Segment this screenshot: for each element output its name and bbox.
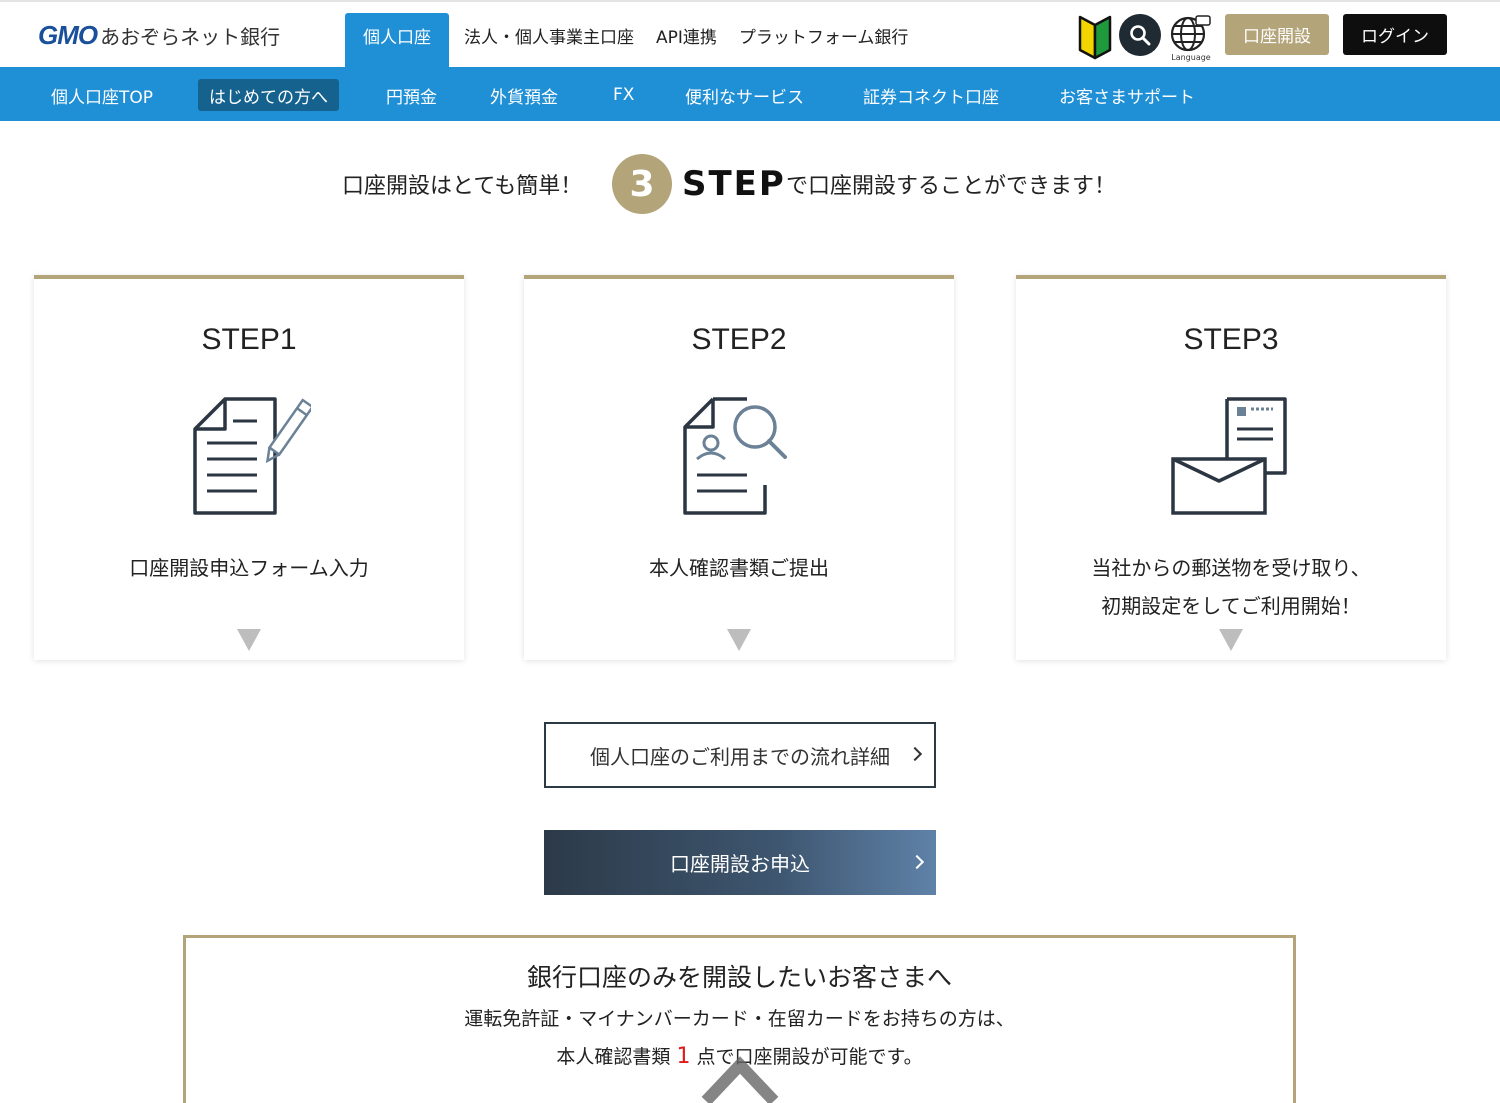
search-button[interactable]	[1119, 14, 1161, 56]
subnav-personal-top[interactable]: 個人口座TOP	[40, 79, 164, 111]
form-pen-icon	[193, 397, 311, 515]
language-button[interactable]: Language	[1169, 14, 1213, 66]
page-top-chevron-icon[interactable]	[700, 1053, 780, 1103]
step-count-badge: 3	[612, 154, 672, 214]
step-title: STEP3	[1183, 323, 1279, 356]
tab-platform-bank[interactable]: プラットフォーム銀行	[728, 13, 920, 69]
step-description-line: 初期設定をしてご利用開始！	[1101, 594, 1361, 618]
subnav-first-time[interactable]: はじめての方へ	[198, 79, 339, 111]
sub-navigation: 個人口座TOP はじめての方へ 円預金 外貨預金 FX 便利なサービス 証券コネ…	[0, 67, 1500, 121]
logo-mark: GMO	[38, 20, 98, 50]
info-line-2-pre: 本人確認書類	[556, 1046, 671, 1068]
logo-name: あおぞらネット銀行	[100, 25, 281, 49]
step-description-line: 当社からの郵送物を受け取り、	[1091, 556, 1371, 580]
three-step-headline: 口座開設はとても簡単！ 3 STEP で口座開設することができます！	[0, 150, 1500, 216]
flow-detail-label: 個人口座のご利用までの流れ詳細	[590, 744, 890, 769]
document-count: 1	[676, 1044, 691, 1069]
globe-icon	[1170, 15, 1211, 52]
info-line-1: 運転免許証・マイナンバーカード・在留カードをお持ちの方は、	[464, 1008, 1015, 1030]
headline-right-text: で口座開設することができます！	[786, 174, 1117, 199]
open-account-button[interactable]: 口座開設	[1225, 14, 1329, 55]
down-arrow-icon	[1219, 629, 1243, 651]
step-card-3: STEP3 当社からの郵送物を受け取り、 初期設定をしてご利用開始！	[1016, 275, 1446, 660]
step-title: STEP2	[691, 323, 787, 356]
apply-account-button[interactable]: 口座開設お申込	[544, 830, 936, 895]
step-description-line: 口座開設申込フォーム入力	[129, 556, 369, 580]
chevron-right-icon	[909, 854, 925, 869]
subnav-foreign-deposit[interactable]: 外貨預金	[479, 79, 569, 111]
login-button[interactable]: ログイン	[1343, 14, 1447, 55]
search-icon	[1130, 25, 1151, 46]
tab-corporate-account[interactable]: 法人・個人事業主口座	[453, 13, 645, 69]
subnav-yen-deposit[interactable]: 円預金	[375, 79, 448, 111]
top-header: GMO あおぞらネット銀行 個人口座 法人・個人事業主口座 API連携 プラット…	[0, 0, 1500, 69]
down-arrow-icon	[727, 629, 751, 651]
main-tabs: 個人口座 法人・個人事業主口座 API連携 プラットフォーム銀行	[345, 13, 919, 69]
chevron-right-icon	[907, 746, 923, 762]
beginner-mark-icon[interactable]	[1078, 14, 1112, 60]
mail-envelope-icon	[1171, 397, 1287, 515]
subnav-fx[interactable]: FX	[602, 79, 645, 111]
id-document-search-icon	[683, 397, 787, 515]
tab-api[interactable]: API連携	[645, 13, 728, 69]
subnav-securities-connect[interactable]: 証券コネクト口座	[852, 79, 1010, 111]
tab-personal-account[interactable]: 個人口座	[345, 13, 449, 69]
bank-logo[interactable]: GMO あおぞらネット銀行	[38, 20, 280, 51]
subnav-services[interactable]: 便利なサービス	[674, 79, 815, 111]
step-card-2: STEP2 本人確認書類ご提出	[524, 275, 954, 660]
step-description-line: 本人確認書類ご提出	[649, 556, 829, 580]
apply-label: 口座開設お申込	[670, 852, 810, 876]
info-title: 銀行口座のみを開設したいお客さまへ	[526, 963, 952, 992]
step-card-1: STEP1 口座開設申込フォーム入力	[34, 275, 464, 660]
header-actions: Language 口座開設 ログイン	[1078, 14, 1447, 66]
subnav-support[interactable]: お客さまサポート	[1048, 79, 1206, 111]
flow-detail-button[interactable]: 個人口座のご利用までの流れ詳細	[544, 722, 936, 788]
headline-left-text: 口座開設はとても簡単！	[342, 174, 583, 199]
language-label: Language	[1171, 53, 1211, 62]
down-arrow-icon	[237, 629, 261, 651]
step-word: STEP	[682, 164, 786, 204]
step-title: STEP1	[201, 323, 297, 356]
